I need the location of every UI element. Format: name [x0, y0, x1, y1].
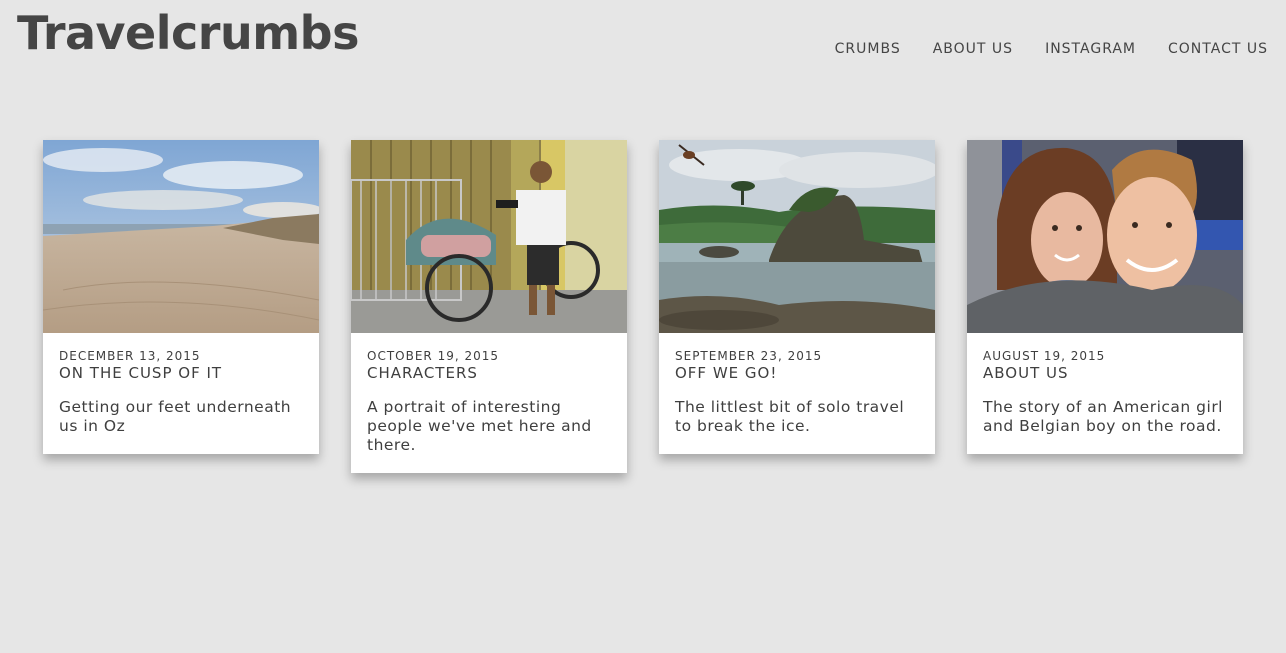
beach-photo[interactable] — [43, 140, 319, 333]
post-excerpt: The story of an American girl and Belgia… — [983, 398, 1223, 435]
post-title[interactable]: CHARACTERS — [367, 364, 611, 382]
post-date: DECEMBER 13, 2015 — [59, 349, 201, 363]
nav-instagram[interactable]: INSTAGRAM — [1045, 41, 1136, 57]
couple-selfie-photo[interactable] — [967, 140, 1243, 333]
main-nav: CRUMBS ABOUT US INSTAGRAM CONTACT US — [803, 41, 1268, 57]
rocky-shore-photo[interactable] — [659, 140, 935, 333]
post-title[interactable]: OFF WE GO! — [675, 364, 919, 382]
post-date: AUGUST 19, 2015 — [983, 349, 1106, 363]
post-date: SEPTEMBER 23, 2015 — [675, 349, 823, 363]
post-grid: DECEMBER 13, 2015 ON THE CUSP OF IT Gett… — [43, 140, 1243, 473]
post-excerpt: Getting our feet underneath us in Oz — [59, 398, 292, 435]
post-title[interactable]: ON THE CUSP OF IT — [59, 364, 303, 382]
post-card[interactable]: OCTOBER 19, 2015 CHARACTERS A portrait o… — [351, 140, 627, 473]
nav-crumbs[interactable]: CRUMBS — [835, 41, 901, 57]
nav-about-us[interactable]: ABOUT US — [933, 41, 1013, 57]
site-title[interactable]: Travelcrumbs — [17, 6, 359, 60]
rickshaw-man-photo[interactable] — [351, 140, 627, 333]
post-title[interactable]: ABOUT US — [983, 364, 1227, 382]
post-card[interactable]: AUGUST 19, 2015 ABOUT US The story of an… — [967, 140, 1243, 454]
post-excerpt: The littlest bit of solo travel to break… — [675, 398, 905, 435]
post-card[interactable]: SEPTEMBER 23, 2015 OFF WE GO! The little… — [659, 140, 935, 454]
post-card[interactable]: DECEMBER 13, 2015 ON THE CUSP OF IT Gett… — [43, 140, 319, 454]
post-date: OCTOBER 19, 2015 — [367, 349, 500, 363]
post-excerpt: A portrait of interesting people we've m… — [367, 398, 592, 454]
nav-contact-us[interactable]: CONTACT US — [1168, 41, 1268, 57]
